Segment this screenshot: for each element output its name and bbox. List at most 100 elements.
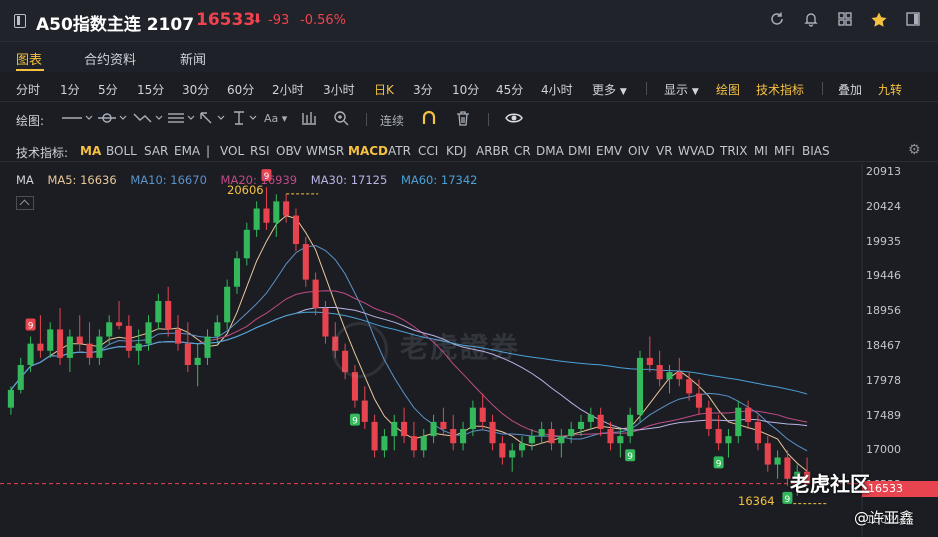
candle[interactable] bbox=[489, 414, 496, 451]
candle[interactable] bbox=[636, 350, 644, 422]
candle[interactable] bbox=[518, 436, 526, 458]
channel-tool-icon[interactable] bbox=[166, 110, 200, 128]
candle[interactable] bbox=[17, 357, 24, 394]
candle[interactable] bbox=[528, 429, 535, 451]
indicator-bias[interactable]: BIAS bbox=[802, 144, 830, 158]
candle[interactable] bbox=[27, 336, 34, 373]
candle[interactable] bbox=[568, 421, 575, 444]
candle[interactable] bbox=[66, 329, 73, 373]
continuous-draw-toggle[interactable]: 连续 bbox=[380, 112, 404, 130]
bar-pattern-icon[interactable] bbox=[300, 110, 318, 128]
candle[interactable] bbox=[273, 194, 280, 237]
candle[interactable] bbox=[597, 407, 604, 437]
candle[interactable] bbox=[627, 407, 634, 444]
candle[interactable] bbox=[86, 322, 93, 365]
candle[interactable] bbox=[224, 279, 231, 330]
candle[interactable] bbox=[165, 286, 172, 337]
candle[interactable] bbox=[155, 293, 162, 330]
candle[interactable] bbox=[283, 193, 290, 223]
trend-tool-icon[interactable] bbox=[132, 110, 166, 128]
zoom-icon[interactable] bbox=[332, 110, 350, 128]
indicator-trix[interactable]: TRIX bbox=[720, 144, 747, 158]
indicator-ma[interactable]: MA bbox=[80, 144, 101, 158]
period-more[interactable]: 更多 ▼ bbox=[592, 81, 627, 98]
candle[interactable] bbox=[125, 315, 132, 358]
indicator-vol[interactable]: VOL bbox=[220, 144, 244, 158]
indicator-mi[interactable]: MI bbox=[754, 144, 768, 158]
candle[interactable] bbox=[587, 407, 594, 430]
candle[interactable] bbox=[115, 300, 123, 330]
star-icon[interactable] bbox=[870, 11, 888, 29]
candle[interactable] bbox=[548, 421, 555, 451]
period-timeshare[interactable]: 分时 bbox=[16, 81, 40, 98]
candle[interactable] bbox=[37, 315, 44, 358]
candle[interactable] bbox=[450, 414, 457, 451]
indicator-dma[interactable]: DMA bbox=[536, 144, 564, 158]
candle[interactable] bbox=[676, 357, 683, 387]
indicator-oiv[interactable]: OIV bbox=[628, 144, 649, 158]
candle[interactable] bbox=[302, 236, 309, 287]
candle[interactable] bbox=[194, 343, 201, 387]
candle[interactable] bbox=[174, 315, 182, 351]
period-60m[interactable]: 60分 bbox=[227, 81, 254, 98]
candle[interactable] bbox=[57, 308, 64, 365]
candle[interactable] bbox=[410, 421, 417, 458]
period-10m[interactable]: 10分 bbox=[452, 81, 479, 98]
nine-turn-toggle[interactable]: 九转 bbox=[878, 81, 902, 98]
candle[interactable] bbox=[96, 329, 103, 365]
period-30m[interactable]: 30分 bbox=[182, 81, 209, 98]
sidebar-toggle-icon[interactable] bbox=[14, 14, 26, 28]
candle[interactable] bbox=[381, 429, 388, 458]
candle[interactable] bbox=[460, 421, 467, 451]
candle[interactable] bbox=[263, 187, 270, 230]
period-3m[interactable]: 3分 bbox=[413, 81, 433, 98]
tech-indicator-toggle[interactable]: 技术指标 bbox=[756, 81, 804, 98]
indicator-macd[interactable]: MACD bbox=[348, 144, 388, 158]
refresh-icon[interactable] bbox=[768, 11, 786, 29]
candle[interactable] bbox=[509, 443, 516, 472]
ray-tool-icon[interactable] bbox=[96, 110, 130, 128]
indicator-kdj[interactable]: KDJ bbox=[446, 144, 467, 158]
candle[interactable] bbox=[47, 322, 54, 358]
candle[interactable] bbox=[391, 414, 398, 451]
candle[interactable] bbox=[499, 436, 506, 465]
bell-icon[interactable] bbox=[802, 11, 820, 29]
candle[interactable] bbox=[538, 421, 545, 444]
candle[interactable] bbox=[430, 414, 437, 444]
indicator-emv[interactable]: EMV bbox=[596, 144, 622, 158]
indicator-ema[interactable]: EMA bbox=[174, 144, 200, 158]
period-15m[interactable]: 15分 bbox=[137, 81, 164, 98]
indicator-cci[interactable]: CCI bbox=[418, 144, 438, 158]
indicator-arbr[interactable]: ARBR bbox=[476, 144, 509, 158]
period-45m[interactable]: 45分 bbox=[496, 81, 523, 98]
candle[interactable] bbox=[735, 400, 742, 444]
draw-toggle[interactable]: 绘图 bbox=[716, 81, 740, 98]
indicator-mfi[interactable]: MFI bbox=[774, 144, 795, 158]
candle[interactable] bbox=[420, 429, 427, 458]
display-menu[interactable]: 显示 ▼ bbox=[664, 81, 699, 98]
candle[interactable] bbox=[764, 436, 771, 472]
candle[interactable] bbox=[656, 350, 663, 387]
collapse-legend-button[interactable] bbox=[16, 196, 34, 210]
indicator-wvad[interactable]: WVAD bbox=[678, 144, 715, 158]
candle[interactable] bbox=[76, 315, 83, 351]
candle[interactable] bbox=[558, 429, 565, 458]
indicator-cr[interactable]: CR bbox=[514, 144, 531, 158]
candle[interactable] bbox=[204, 329, 211, 365]
indicator-dmi[interactable]: DMI bbox=[568, 144, 591, 158]
candle[interactable] bbox=[292, 208, 300, 252]
tab-chart[interactable]: 图表 bbox=[16, 49, 42, 68]
candle[interactable] bbox=[7, 386, 14, 415]
indicator-obv[interactable]: OBV bbox=[276, 144, 302, 158]
trash-icon[interactable] bbox=[454, 110, 472, 128]
candle[interactable] bbox=[361, 386, 368, 430]
period-3h[interactable]: 3小时 bbox=[323, 81, 355, 98]
overlay-button[interactable]: 叠加 bbox=[838, 81, 862, 98]
period-4h[interactable]: 4小时 bbox=[541, 81, 573, 98]
candle[interactable] bbox=[243, 222, 250, 266]
indicator-sar[interactable]: SAR bbox=[144, 144, 168, 158]
indicator-boll[interactable]: BOLL bbox=[106, 144, 137, 158]
indicator-vr[interactable]: VR bbox=[656, 144, 673, 158]
grid-icon[interactable] bbox=[836, 11, 854, 29]
tab-news[interactable]: 新闻 bbox=[180, 49, 206, 68]
